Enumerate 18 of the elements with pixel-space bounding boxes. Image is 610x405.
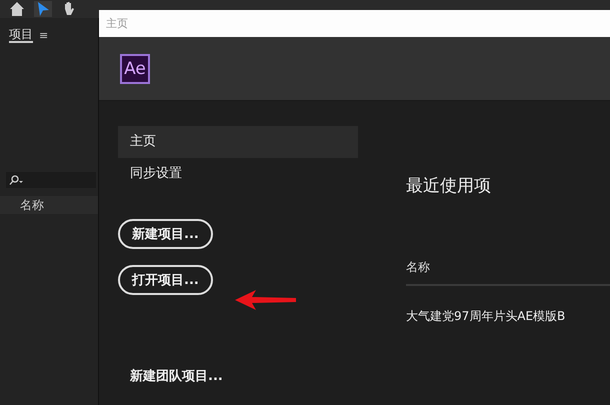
recent-file[interactable]: 大气建党97周年片头AE模版B [406,308,610,325]
nav-item[interactable]: 主页 [118,126,358,158]
panel-tab[interactable]: 项目 [9,27,33,43]
home-icon[interactable] [8,1,26,17]
window-title: 主页 [106,16,128,31]
panel-menu[interactable]: ≡ [39,28,48,42]
search-field[interactable] [6,172,96,188]
app-logo: Ae [120,54,150,84]
section-heading: 最近使用项 [406,175,492,197]
project-button[interactable]: 打开项目... [118,265,213,295]
arrow-icon [234,289,296,311]
team-project-link[interactable]: 新建团队项目... [130,367,358,385]
column-header[interactable]: 名称 [0,196,98,214]
search-icon [9,175,25,185]
pointer-icon[interactable] [34,1,52,17]
column-header: 名称 [406,259,610,286]
project-button[interactable]: 新建项目... [118,219,213,249]
nav-item[interactable]: 同步设置 [118,158,358,190]
